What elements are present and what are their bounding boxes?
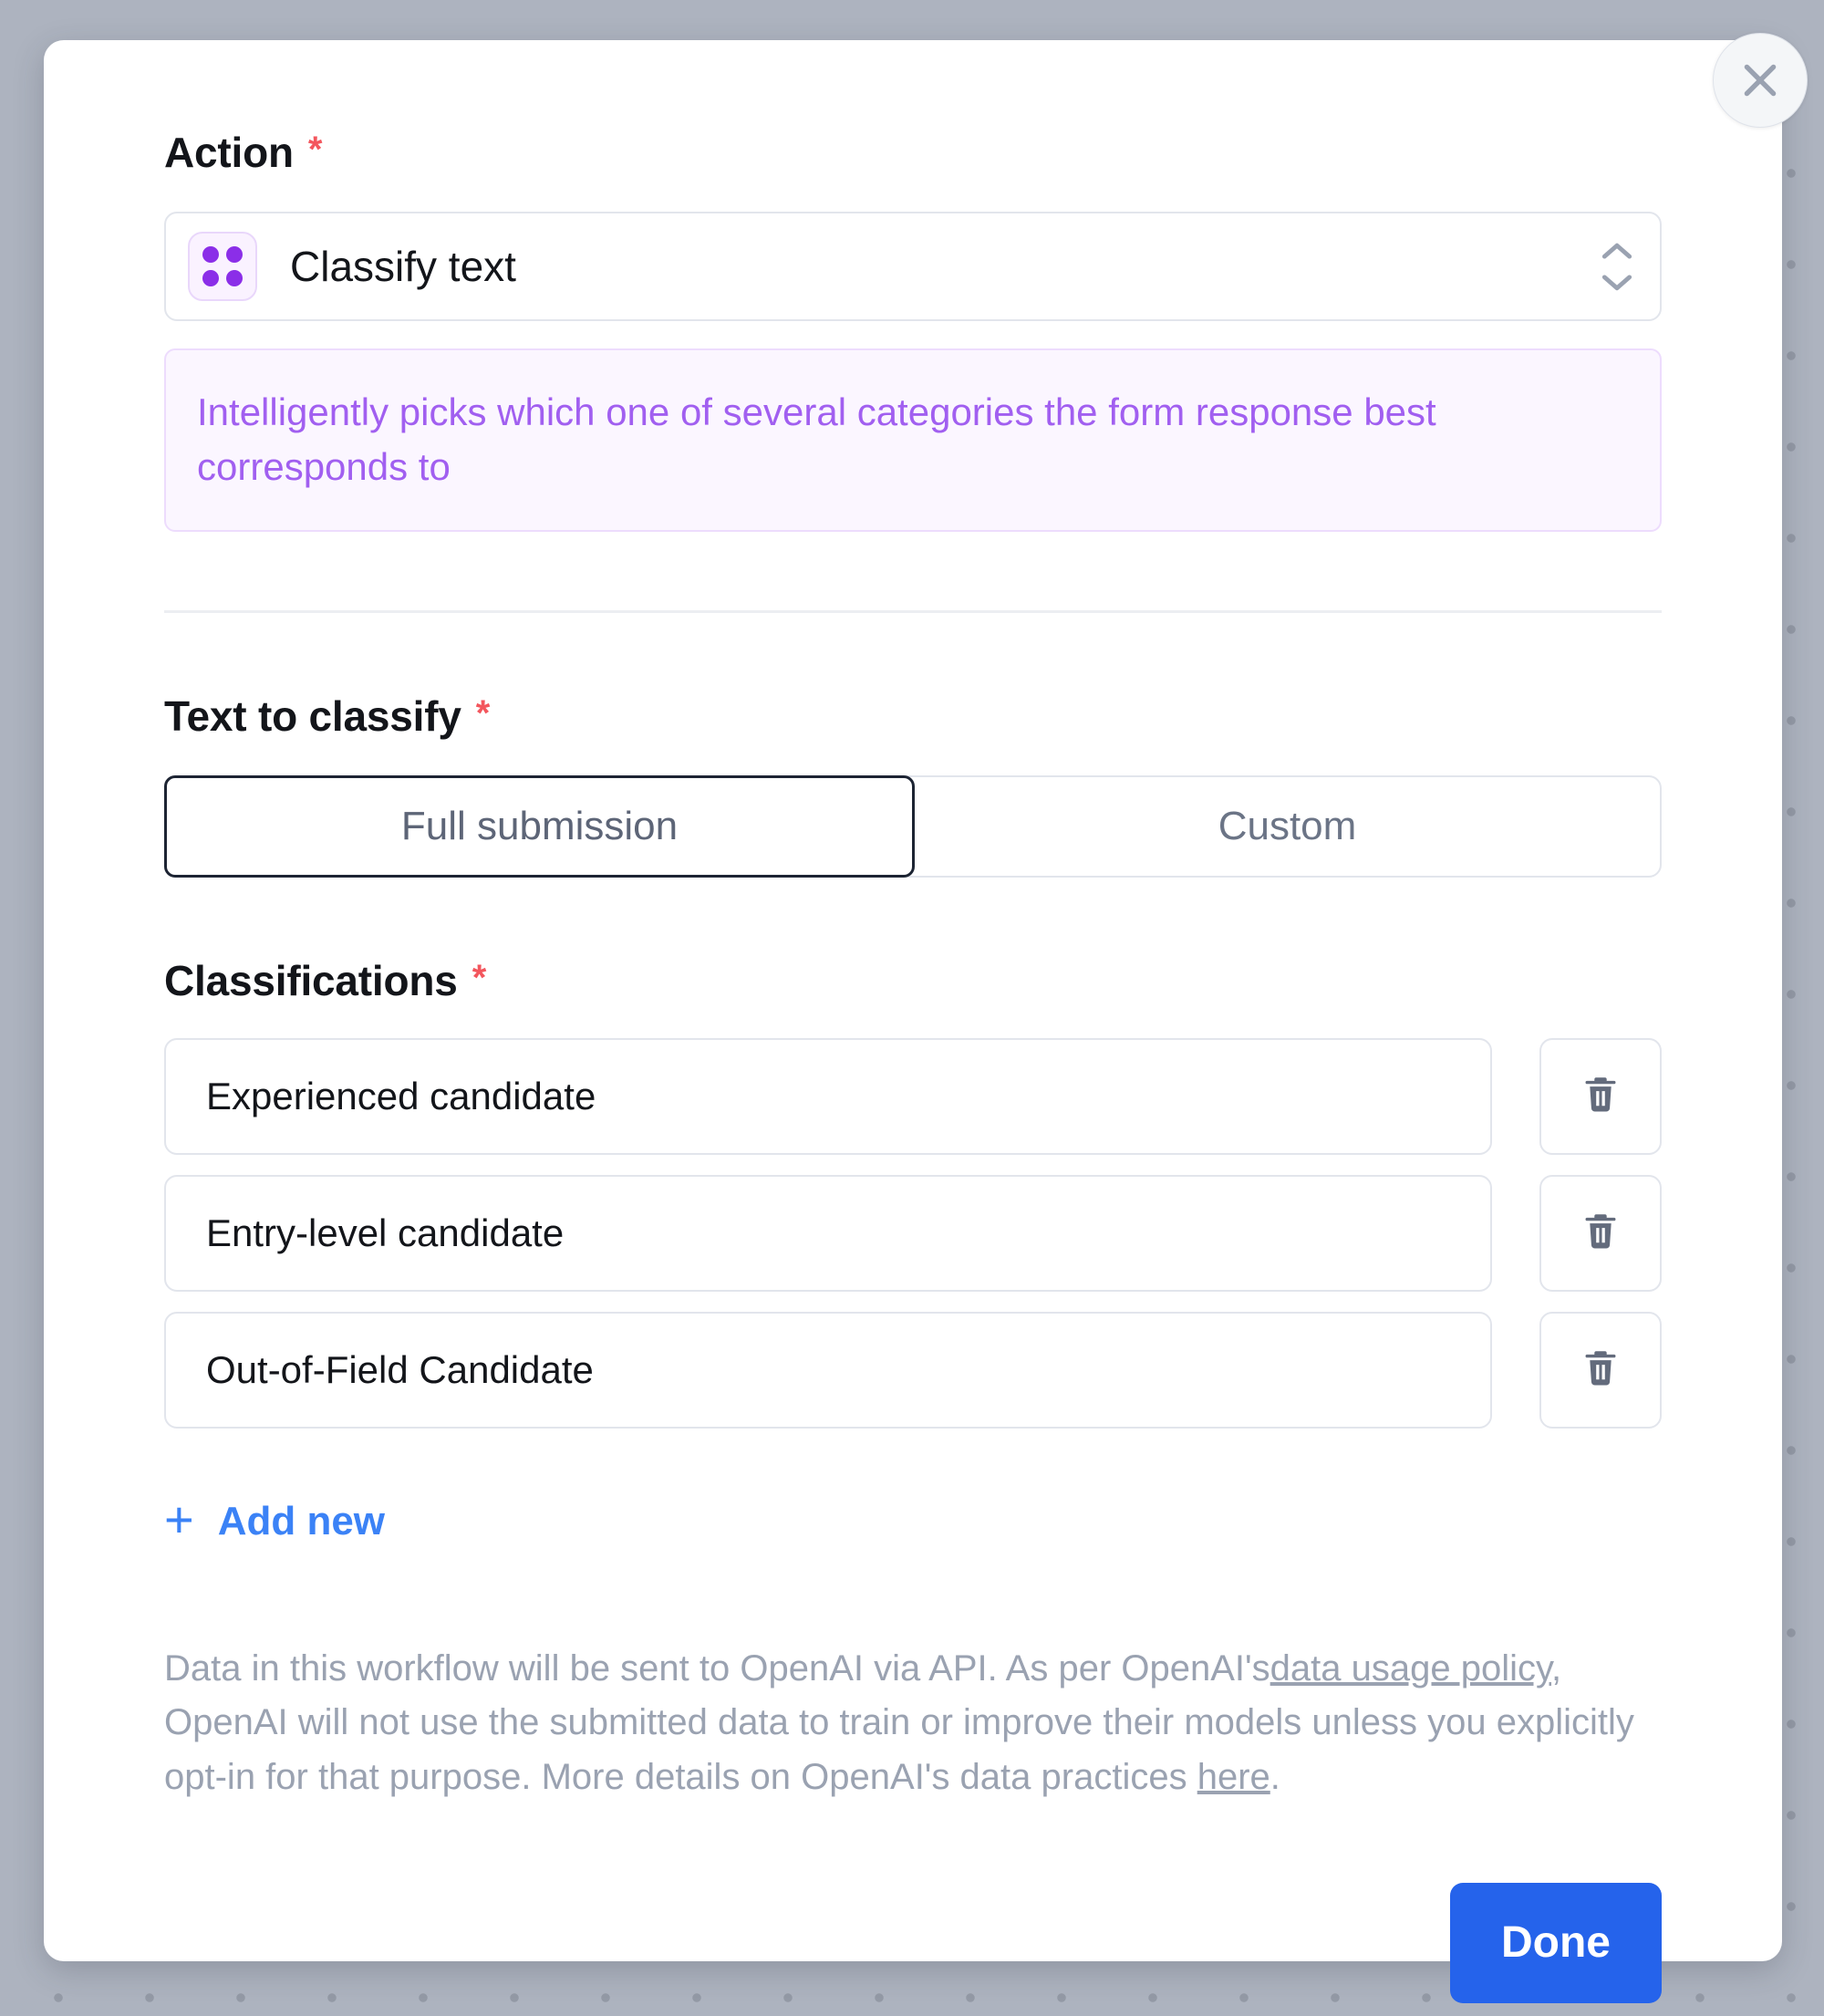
- list-item: Entry-level candidate: [164, 1175, 1662, 1292]
- tab-full-submission[interactable]: Full submission: [164, 775, 915, 878]
- disclaimer-part-1: Data in this workflow will be sent to Op…: [164, 1648, 1270, 1689]
- classification-input[interactable]: Out-of-Field Candidate: [164, 1312, 1492, 1429]
- disclaimer-part-3: .: [1270, 1757, 1280, 1797]
- tab-full-submission-label: Full submission: [401, 804, 678, 849]
- action-description-text: Intelligently picks which one of several…: [197, 385, 1629, 494]
- required-asterisk: *: [476, 695, 490, 732]
- trash-icon: [1580, 1347, 1622, 1394]
- section-divider: [164, 610, 1662, 613]
- text-to-classify-group: Text to classify * Full submission Custo…: [164, 691, 1662, 878]
- data-practices-here-link[interactable]: here: [1197, 1757, 1270, 1797]
- required-asterisk: *: [308, 131, 322, 168]
- delete-classification-button[interactable]: [1539, 1312, 1662, 1429]
- action-field-group: Action * Classify text: [164, 128, 1662, 532]
- add-new-classification-button[interactable]: + Add new: [164, 1496, 385, 1547]
- action-label: Action: [164, 128, 294, 177]
- required-asterisk: *: [472, 960, 486, 996]
- action-icon-container: [188, 232, 257, 301]
- text-to-classify-label-row: Text to classify *: [164, 691, 1662, 741]
- action-label-row: Action *: [164, 128, 1662, 177]
- chevron-up-down-icon: [1598, 241, 1636, 293]
- close-icon: [1737, 57, 1783, 103]
- grid-dots-icon: [202, 246, 243, 286]
- delete-classification-button[interactable]: [1539, 1175, 1662, 1292]
- close-button[interactable]: [1713, 33, 1808, 128]
- list-item: Out-of-Field Candidate: [164, 1312, 1662, 1429]
- action-select[interactable]: Classify text: [164, 212, 1662, 321]
- classifications-label-row: Classifications *: [164, 956, 1662, 1005]
- action-description-callout: Intelligently picks which one of several…: [164, 348, 1662, 532]
- add-new-label: Add new: [218, 1499, 385, 1544]
- openai-disclaimer: Data in this workflow will be sent to Op…: [164, 1642, 1660, 1804]
- done-button[interactable]: Done: [1450, 1883, 1662, 2003]
- list-item: Experienced candidate: [164, 1038, 1662, 1155]
- classification-list: Experienced candidate Entry-level candid…: [164, 1038, 1662, 1429]
- action-config-modal: Action * Classify text: [44, 40, 1782, 1961]
- data-usage-policy-link[interactable]: data usage policy: [1270, 1648, 1551, 1689]
- modal-footer: Done: [164, 1883, 1662, 2003]
- delete-classification-button[interactable]: [1539, 1038, 1662, 1155]
- text-source-segmented-control: Full submission Custom: [164, 775, 1662, 878]
- classifications-group: Classifications * Experienced candidate: [164, 956, 1662, 1547]
- action-selected-value: Classify text: [290, 242, 1598, 291]
- classification-input[interactable]: Entry-level candidate: [164, 1175, 1492, 1292]
- modal-body: Action * Classify text: [44, 40, 1782, 2003]
- classification-input[interactable]: Experienced candidate: [164, 1038, 1492, 1155]
- classifications-label: Classifications: [164, 956, 458, 1005]
- tab-custom[interactable]: Custom: [915, 777, 1660, 876]
- tab-custom-label: Custom: [1218, 804, 1357, 849]
- trash-icon: [1580, 1211, 1622, 1257]
- trash-icon: [1580, 1074, 1622, 1120]
- text-to-classify-label: Text to classify: [164, 691, 461, 741]
- plus-icon: +: [164, 1494, 194, 1545]
